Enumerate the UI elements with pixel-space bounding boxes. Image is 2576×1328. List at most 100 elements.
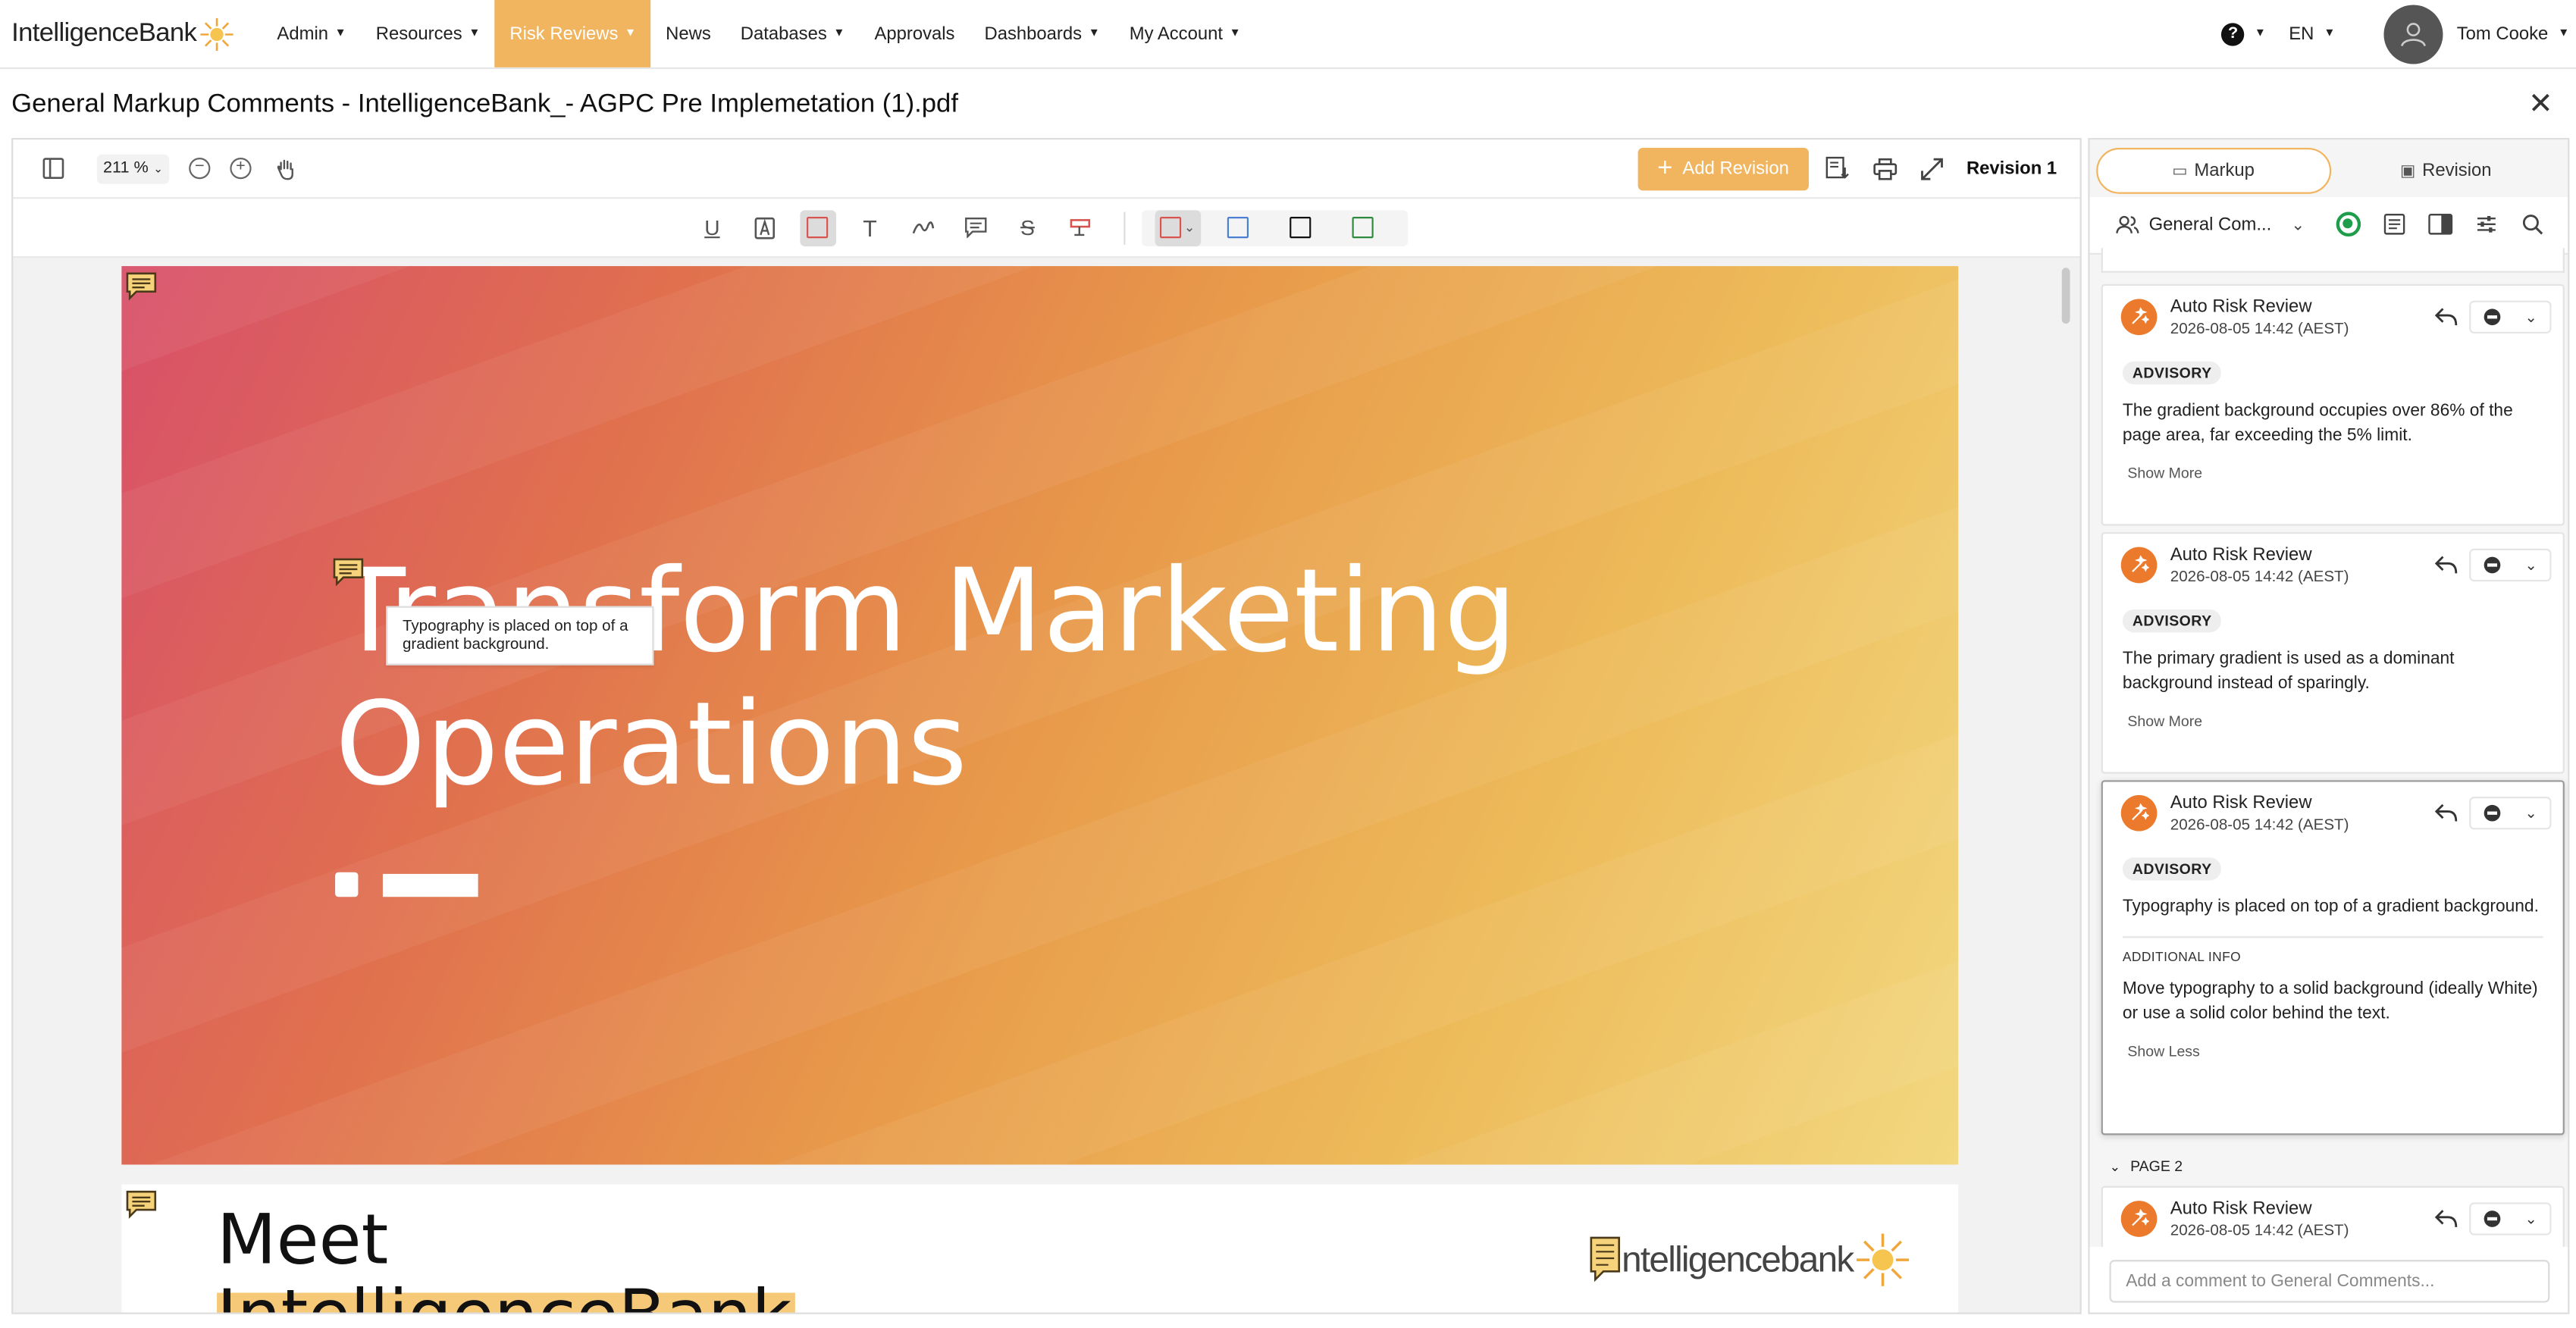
filter-sliders-icon[interactable] [2472, 210, 2499, 236]
group-filter-select[interactable]: General Com... [2149, 215, 2272, 235]
help-icon[interactable]: ? [2221, 22, 2245, 45]
panel-tabs: ▭ Markup ▣ Revision [2089, 139, 2568, 198]
app-logo[interactable]: IntelligenceBank [11, 17, 233, 51]
note-tool-icon[interactable] [957, 209, 993, 246]
viewer-scrollbar[interactable] [2061, 268, 2070, 324]
split-view-icon[interactable] [2427, 210, 2453, 236]
status-dropdown[interactable]: ⌄ [2469, 797, 2552, 830]
help-caret-icon[interactable]: ▼ [2255, 28, 2266, 39]
plus-icon: + [1657, 153, 1673, 182]
severity-badge: ADVISORY [2122, 361, 2222, 385]
blue-square-icon[interactable] [1220, 209, 1256, 246]
nav-resources[interactable]: Resources ▼ [361, 0, 495, 67]
close-icon[interactable]: ✕ [2528, 89, 2553, 118]
reply-icon[interactable] [2434, 553, 2458, 580]
nav-databases-label: Databases [740, 23, 827, 44]
comment-timestamp: 2026-08-05 14:42 (AEST) [2170, 1222, 2349, 1241]
page2-heading-line-2: IntelligenceBank [217, 1276, 795, 1313]
comment-input[interactable]: Add a comment to General Comments... [2109, 1260, 2550, 1303]
pan-hand-icon[interactable] [274, 157, 297, 180]
add-revision-button[interactable]: + Add Revision [1637, 146, 1809, 190]
comment-header: Auto Risk Review 2026-08-05 14:42 (AEST)… [2103, 782, 2563, 838]
status-minus-icon [2483, 804, 2500, 822]
comment-card[interactable]: Auto Risk Review 2026-08-05 14:42 (AEST)… [2101, 283, 2565, 526]
comment-text: The primary gradient is used as a domina… [2122, 649, 2455, 694]
comment-timestamp: 2026-08-05 14:42 (AEST) [2170, 320, 2349, 339]
black-square-icon[interactable] [1282, 209, 1318, 246]
fullscreen-icon[interactable] [1920, 157, 1943, 180]
caret-down-icon: ▼ [469, 27, 481, 40]
additional-info-text: Move typography to a solid background (i… [2122, 979, 2538, 1024]
redact-tool-icon[interactable] [1062, 209, 1098, 246]
text-tool-icon[interactable]: T [852, 209, 888, 246]
severity-badge: ADVISORY [2122, 857, 2222, 881]
nav-admin-label: Admin [277, 23, 329, 44]
show-more-link[interactable]: Show More [2127, 465, 2562, 481]
pdf-page-2: Meet IntelligenceBank ntelligencebank [121, 1184, 1959, 1313]
avatar[interactable] [2384, 4, 2444, 64]
comment-marker-icon[interactable] [1589, 1236, 1622, 1285]
search-icon[interactable] [2518, 210, 2545, 236]
show-less-link[interactable]: Show Less [2127, 1043, 2562, 1060]
comment-text: Typography is placed on top of a gradien… [2122, 897, 2539, 917]
status-dropdown[interactable]: ⌄ [2469, 1202, 2552, 1236]
chevron-down-icon: ⌄ [2524, 308, 2537, 325]
status-dropdown[interactable]: ⌄ [2469, 548, 2552, 582]
sidebar-toggle-icon[interactable] [42, 158, 64, 179]
nav-dashboards[interactable]: Dashboards ▼ [970, 0, 1114, 67]
comment-marker-icon[interactable] [332, 557, 365, 587]
comment-header: Auto Risk Review 2026-08-05 14:42 (AEST)… [2103, 534, 2563, 590]
zoom-out-icon[interactable]: − [189, 158, 211, 180]
comment-card[interactable]: Auto Risk Review 2026-08-05 14:42 (AEST)… [2101, 532, 2565, 774]
language-selector[interactable]: EN [2289, 23, 2314, 43]
nav-news[interactable]: News [651, 0, 726, 67]
nav-approvals[interactable]: Approvals [860, 0, 970, 67]
comment-marker-icon[interactable] [125, 1189, 158, 1219]
nav-risk-reviews[interactable]: Risk Reviews ▼ [494, 0, 651, 67]
comment-marker-icon[interactable] [125, 271, 158, 301]
page2-logo-text: ntelligencebank [1622, 1238, 1854, 1280]
freehand-tool-icon[interactable] [904, 209, 941, 246]
page-group-header[interactable]: ⌄ PAGE 2 [2110, 1158, 2183, 1175]
page-group-label: PAGE 2 [2130, 1157, 2183, 1175]
nav-right-group: ? ▼ EN ▼ Tom Cooke ▼ [2221, 0, 2576, 67]
download-icon[interactable] [1825, 156, 1851, 181]
status-filter-icon[interactable] [2334, 210, 2361, 236]
viewer-toolbar-right: + Add Revision Revision 1 [1637, 139, 2057, 197]
annotation-toolbar: U T S ⌄ [13, 199, 2080, 258]
rectangle-tool-icon[interactable] [799, 209, 835, 246]
chevron-down-icon: ⌄ [1183, 220, 1196, 235]
nav-my-account[interactable]: My Account ▼ [1114, 0, 1255, 67]
user-caret-icon[interactable]: ▼ [2558, 28, 2569, 39]
comment-card-selected[interactable]: Auto Risk Review 2026-08-05 14:42 (AEST)… [2101, 780, 2565, 1135]
caret-down-icon: ▼ [334, 27, 346, 40]
print-icon[interactable] [1872, 157, 1898, 180]
zoom-select[interactable]: 211 % ⌄ [96, 153, 170, 183]
tab-revision[interactable]: ▣ Revision [2330, 149, 2561, 192]
status-minus-icon [2483, 309, 2500, 326]
page2-heading-line-1: Meet [217, 1198, 389, 1280]
zoom-in-icon[interactable]: + [230, 158, 252, 180]
tab-markup[interactable]: ▭ Markup [2096, 148, 2331, 194]
pdf-page-1: Transform Marketing Operations Typograph… [121, 266, 1959, 1165]
user-name[interactable]: Tom Cooke [2457, 23, 2549, 43]
underline-tool-icon[interactable]: U [694, 209, 731, 246]
reply-icon[interactable] [2434, 802, 2458, 828]
nav-admin[interactable]: Admin ▼ [262, 0, 361, 67]
show-more-link[interactable]: Show More [2127, 713, 2562, 730]
green-square-icon[interactable] [1345, 209, 1381, 246]
add-revision-label: Add Revision [1682, 158, 1789, 179]
headline-line-2: Operations [335, 676, 968, 812]
annotation-tools: U T S [686, 209, 1107, 246]
status-dropdown[interactable]: ⌄ [2469, 300, 2552, 334]
chevron-down-icon[interactable]: ⌄ [2291, 216, 2305, 234]
reply-icon[interactable] [2434, 305, 2458, 332]
highlight-tool-icon[interactable] [747, 209, 783, 246]
strikethrough-tool-icon[interactable]: S [1010, 209, 1046, 246]
nav-databases[interactable]: Databases ▼ [725, 0, 860, 67]
robot-avatar-icon [2120, 547, 2158, 584]
checklist-icon[interactable] [2380, 210, 2407, 236]
stroke-color-picker[interactable]: ⌄ [1154, 209, 1201, 246]
language-caret-icon[interactable]: ▼ [2324, 28, 2335, 39]
reply-icon[interactable] [2434, 1207, 2458, 1234]
